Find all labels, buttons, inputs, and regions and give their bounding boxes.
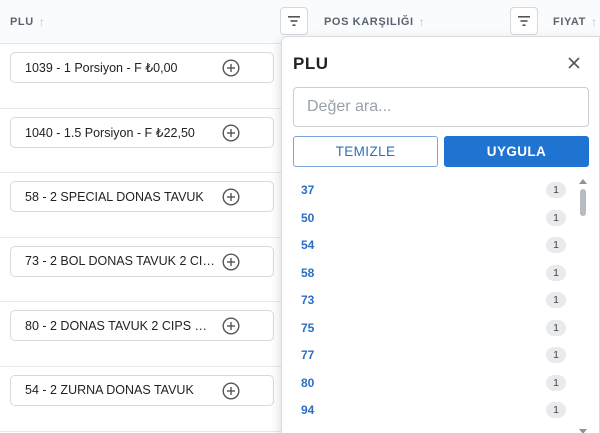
filter-value: 75 — [301, 320, 315, 335]
count-badge: 1 — [546, 347, 566, 363]
filter-value: 58 — [301, 265, 315, 280]
column-header-fiyat-label: FIYAT — [553, 15, 586, 28]
add-circle-icon[interactable] — [222, 59, 240, 77]
filter-popover-title: PLU — [293, 54, 329, 73]
plu-select-label: 1040 - 1.5 Porsiyon - F ₺22,50 — [25, 125, 195, 140]
filter-value-item[interactable]: 50 1 — [282, 205, 582, 233]
plu-select-label: 80 - 2 DONAS TAVUK 2 CIPS MENU — [25, 318, 217, 333]
filter-value: 77 — [301, 348, 315, 362]
filter-icon — [518, 16, 530, 26]
plu-select-label: 73 - 2 BOL DONAS TAVUK 2 CIPS — [25, 254, 217, 269]
count-badge: 1 — [546, 292, 566, 308]
count-badge: 1 — [546, 402, 566, 418]
filter-icon — [288, 16, 300, 26]
add-circle-icon[interactable] — [222, 382, 240, 400]
scroll-down-arrow-icon[interactable] — [579, 429, 587, 433]
plu-select-chip[interactable]: 58 - 2 SPECIAL DONAS TAVUK — [10, 181, 274, 213]
filter-value-item[interactable]: 54 1 — [282, 232, 582, 260]
plu-select-label: 54 - 2 ZURNA DONAS TAVUK — [25, 383, 194, 398]
plu-select-chip[interactable]: 54 - 2 ZURNA DONAS TAVUK — [10, 374, 274, 406]
filter-value: 54 — [301, 238, 315, 252]
sort-arrow-icon: ↑ — [38, 14, 46, 29]
add-circle-icon[interactable] — [222, 124, 240, 142]
count-badge: 1 — [546, 264, 566, 281]
filter-list-scrollbar[interactable] — [579, 179, 587, 433]
add-circle-icon[interactable] — [222, 253, 240, 271]
filter-value-list[interactable]: 37 1 50 1 54 1 58 1 73 1 75 1 77 1 80 1 … — [282, 177, 600, 433]
sort-arrow-icon: ↑ — [590, 14, 598, 29]
page: PLU ↑ POS KARŞILIĞI ↑ FIYAT ↑ 1039 - 1 P… — [0, 0, 600, 433]
count-badge: 1 — [546, 237, 566, 253]
add-circle-icon[interactable] — [222, 188, 240, 206]
filter-value-item[interactable]: 37 1 — [282, 177, 582, 205]
pos-filter-button[interactable] — [510, 7, 538, 35]
count-badge: 1 — [546, 209, 566, 226]
scroll-up-arrow-icon[interactable] — [579, 179, 587, 184]
plu-select-chip[interactable]: 73 - 2 BOL DONAS TAVUK 2 CIPS — [10, 245, 274, 277]
plu-filter-popover: PLU TEMIZLE UYGULA 37 1 50 1 54 1 58 1 — [281, 36, 600, 433]
filter-value-item[interactable]: 58 1 — [282, 260, 582, 288]
plu-select-label: 1039 - 1 Porsiyon - F ₺0,00 — [25, 61, 178, 75]
plu-select-chip[interactable]: 1040 - 1.5 Porsiyon - F ₺22,50 — [10, 116, 274, 148]
plu-select-label: 58 - 2 SPECIAL DONAS TAVUK — [25, 189, 204, 204]
filter-value-item[interactable]: 94 1 — [282, 397, 582, 425]
filter-value: 94 — [301, 403, 315, 417]
add-circle-icon[interactable] — [222, 317, 240, 335]
clear-button[interactable]: TEMIZLE — [293, 136, 438, 167]
column-header-pos-label: POS KARŞILIĞI — [324, 15, 414, 28]
filter-value: 37 — [301, 183, 315, 197]
close-icon[interactable] — [566, 55, 582, 71]
column-header-plu[interactable]: PLU ↑ — [10, 0, 45, 43]
count-badge: 1 — [546, 319, 566, 336]
filter-value-item[interactable]: 80 1 — [282, 370, 582, 398]
count-badge: 1 — [546, 374, 566, 391]
sort-arrow-icon: ↑ — [418, 14, 426, 29]
count-badge: 1 — [546, 182, 566, 198]
plu-select-chip[interactable]: 1039 - 1 Porsiyon - F ₺0,00 — [10, 52, 274, 83]
scrollbar-thumb[interactable] — [580, 189, 586, 216]
filter-search-input[interactable] — [293, 87, 589, 127]
filter-value-item[interactable]: 75 1 — [282, 315, 582, 343]
filter-value: 80 — [301, 375, 315, 390]
column-header-plu-label: PLU — [10, 15, 34, 28]
filter-value-item[interactable]: 77 1 — [282, 342, 582, 370]
filter-value: 50 — [301, 210, 315, 225]
plu-filter-button[interactable] — [280, 7, 308, 35]
plu-select-chip[interactable]: 80 - 2 DONAS TAVUK 2 CIPS MENU — [10, 310, 274, 342]
filter-value-item[interactable]: 73 1 — [282, 287, 582, 315]
filter-value: 73 — [301, 293, 315, 307]
apply-button[interactable]: UYGULA — [444, 136, 589, 167]
